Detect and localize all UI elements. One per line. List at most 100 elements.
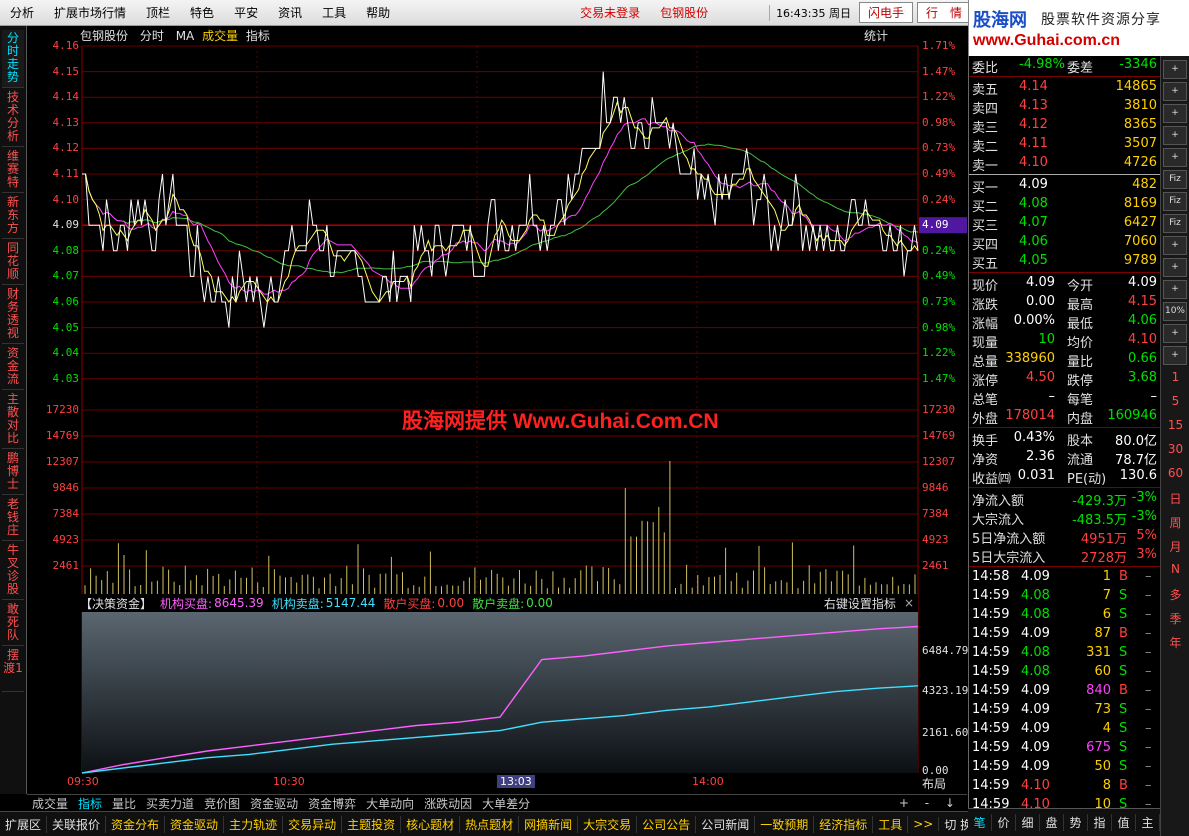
tool-button-8[interactable]: +: [1163, 236, 1187, 255]
layout-button[interactable]: 布局: [922, 775, 946, 792]
tick-price: 4.09: [1021, 702, 1050, 717]
close-icon[interactable]: ×: [904, 596, 914, 610]
tool-button-3[interactable]: +: [1163, 126, 1187, 145]
indicator-tab-0[interactable]: 成交量: [27, 795, 73, 812]
extension-tab-6[interactable]: 主题投资: [342, 815, 402, 833]
detail-tab-3[interactable]: 盘: [1040, 814, 1064, 831]
extension-tab-15[interactable]: 工具: [873, 815, 909, 833]
left-tab-8[interactable]: 鹏博士: [2, 450, 24, 495]
extension-tab-4[interactable]: 主力轨迹: [224, 815, 284, 833]
indicator-tab-7[interactable]: 大单动向: [361, 795, 419, 812]
period-button-6[interactable]: 周: [1161, 514, 1189, 531]
tick-dash: –: [1145, 664, 1152, 679]
left-tab-12[interactable]: 摆渡1: [2, 647, 24, 692]
extension-tab-13[interactable]: 一致预期: [755, 815, 815, 833]
tick-time: 14:59: [972, 721, 1010, 736]
period-button-5[interactable]: 日: [1161, 490, 1189, 507]
tool-button-7[interactable]: Fiz: [1163, 214, 1187, 233]
period-button-2[interactable]: 15: [1161, 418, 1189, 432]
left-tab-1[interactable]: 技术分析: [2, 89, 24, 147]
left-tab-9[interactable]: 老钱庄: [2, 496, 24, 541]
tool-button-12[interactable]: +: [1163, 324, 1187, 343]
detail-tab-6[interactable]: 值: [1112, 814, 1136, 831]
period-button-11[interactable]: 年: [1161, 634, 1189, 651]
tool-button-4[interactable]: +: [1163, 148, 1187, 167]
indicator-tab-5[interactable]: 资金驱动: [245, 795, 303, 812]
quote-button[interactable]: 行 情: [916, 2, 971, 23]
left-tab-7[interactable]: 主散对比: [2, 391, 24, 449]
tool-button-10[interactable]: +: [1163, 280, 1187, 299]
extension-tab-1[interactable]: 关联报价: [47, 815, 107, 833]
tool-button-5[interactable]: Fiz: [1163, 170, 1187, 189]
detail-tab-1[interactable]: 价: [992, 814, 1016, 831]
extension-tab-12[interactable]: 公司新闻: [696, 815, 756, 833]
extension-tab-7[interactable]: 核心题材: [401, 815, 461, 833]
tool-button-1[interactable]: +: [1163, 82, 1187, 101]
left-tab-3[interactable]: 新东方: [2, 194, 24, 239]
left-tab-11[interactable]: 敢死队: [2, 601, 24, 646]
period-button-10[interactable]: 季: [1161, 610, 1189, 627]
volume-tick-label: 4923: [52, 533, 80, 546]
indicator-setting[interactable]: 右键设置指标: [824, 595, 896, 612]
detail-tab-0[interactable]: 笔: [968, 814, 992, 831]
left-tab-4[interactable]: 同花顺: [2, 240, 24, 285]
sell-level-price: 4.10: [1019, 155, 1048, 170]
extension-tab-9[interactable]: 网摘新闻: [519, 815, 579, 833]
left-tab-0[interactable]: 分时走势: [2, 30, 24, 88]
period-button-1[interactable]: 5: [1161, 394, 1189, 408]
left-tab-6[interactable]: 资金流: [2, 345, 24, 390]
menu-item-help[interactable]: 帮助: [356, 4, 400, 21]
more-tabs-button[interactable]: >>: [908, 817, 940, 831]
tool-button-11[interactable]: 10%: [1163, 302, 1187, 321]
left-tab-10[interactable]: 牛叉诊股: [2, 542, 24, 600]
menu-item-ext-market[interactable]: 扩展市场行情: [44, 4, 136, 21]
left-tab-5[interactable]: 财务透视: [2, 286, 24, 344]
period-button-7[interactable]: 月: [1161, 538, 1189, 555]
tool-button-0[interactable]: +: [1163, 60, 1187, 79]
menu-item-news[interactable]: 资讯: [268, 4, 312, 21]
extension-tab-0[interactable]: 扩展区: [0, 815, 48, 833]
indicator-tab-4[interactable]: 竞价图: [199, 795, 245, 812]
tool-button-6[interactable]: Fiz: [1163, 192, 1187, 211]
period-button-9[interactable]: 多: [1161, 586, 1189, 603]
detail-tab-7[interactable]: 主: [1136, 814, 1160, 831]
buy-level-label: 买五: [972, 257, 999, 272]
period-button-0[interactable]: 1: [1161, 370, 1189, 384]
detail-tab-5[interactable]: 指: [1088, 814, 1112, 831]
tool-button-9[interactable]: +: [1163, 258, 1187, 277]
menu-item-topbar[interactable]: 顶栏: [136, 4, 180, 21]
detail-tab-4[interactable]: 势: [1064, 814, 1088, 831]
buy-level-label: 买二: [972, 200, 999, 215]
indicator-tab-9[interactable]: 大单差分: [477, 795, 535, 812]
menu-item-tools[interactable]: 工具: [312, 4, 356, 21]
indicator-tab-3[interactable]: 买卖力道: [141, 795, 199, 812]
fund-flow-label: 净流入额: [972, 494, 1025, 509]
flash-trade-button[interactable]: 闪电手: [858, 2, 913, 23]
menu-item-analysis[interactable]: 分析: [0, 4, 44, 21]
indicator-tab-2[interactable]: 量比: [107, 795, 141, 812]
indicator-tab-8[interactable]: 涨跌动因: [419, 795, 477, 812]
percent-tick-label: 0.49%: [922, 269, 956, 283]
tool-button-2[interactable]: +: [1163, 104, 1187, 123]
menu-item-pingan[interactable]: 平安: [224, 4, 268, 21]
zoom-controls[interactable]: + - ↓: [899, 796, 967, 810]
extension-tab-8[interactable]: 热点题材: [460, 815, 520, 833]
left-tab-2[interactable]: 维赛特: [2, 148, 24, 193]
period-button-8[interactable]: N: [1161, 562, 1189, 576]
detail-tab-2[interactable]: 细: [1016, 814, 1040, 831]
trade-login-status[interactable]: 交易未登录: [570, 4, 650, 21]
extension-tab-14[interactable]: 经济指标: [814, 815, 874, 833]
extension-tab-11[interactable]: 公司公告: [637, 815, 697, 833]
indicator-tab-6[interactable]: 资金博弈: [303, 795, 361, 812]
extension-tab-10[interactable]: 大宗交易: [578, 815, 638, 833]
period-button-3[interactable]: 30: [1161, 442, 1189, 456]
tick-dash: –: [1145, 759, 1152, 774]
menu-item-feature[interactable]: 特色: [180, 4, 224, 21]
tool-button-13[interactable]: +: [1163, 346, 1187, 365]
indicator-tab-1[interactable]: 指标: [73, 795, 107, 812]
period-button-4[interactable]: 60: [1161, 466, 1189, 480]
indicator-name[interactable]: 【决策资金】: [80, 595, 152, 612]
extension-tab-2[interactable]: 资金分布: [106, 815, 166, 833]
extension-tab-5[interactable]: 交易异动: [283, 815, 343, 833]
extension-tab-3[interactable]: 资金驱动: [165, 815, 225, 833]
